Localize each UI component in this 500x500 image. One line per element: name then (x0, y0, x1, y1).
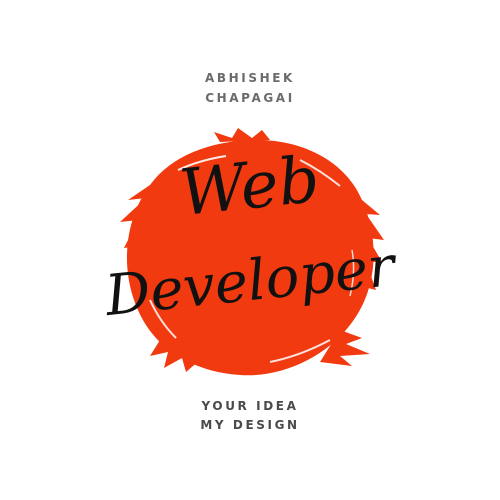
tagline: YOUR IDEA MY DESIGN (0, 397, 500, 435)
logo-canvas: ABHISHEK CHAPAGAI Web Developer YOUR IDE… (0, 0, 500, 500)
tagline-line1: YOUR IDEA (201, 399, 299, 413)
tagline-line2: MY DESIGN (200, 418, 300, 432)
title-web: Web (176, 143, 322, 231)
